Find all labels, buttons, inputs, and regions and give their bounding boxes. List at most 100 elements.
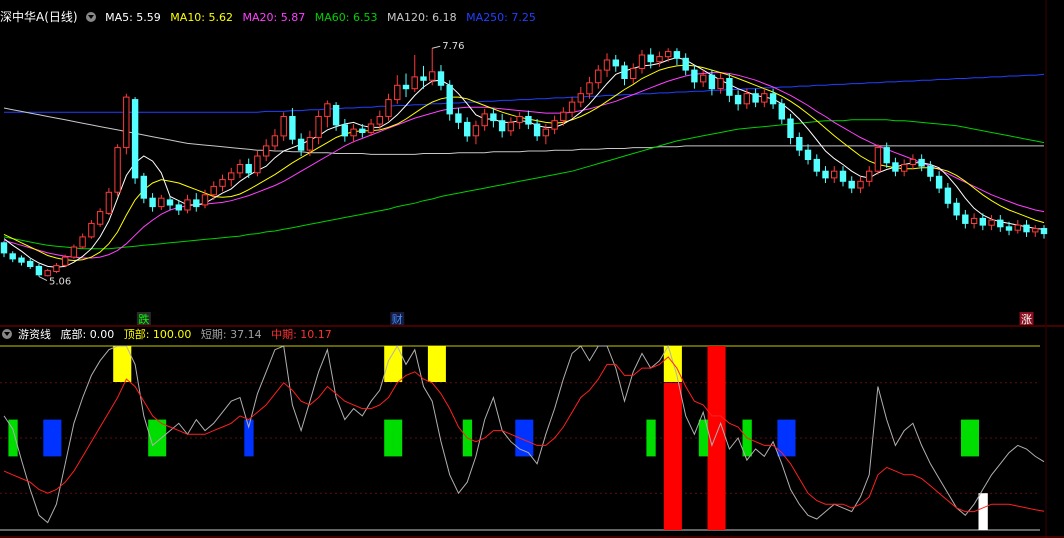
candle-up bbox=[551, 120, 558, 130]
candle-up bbox=[586, 82, 593, 95]
dropdown-icon[interactable] bbox=[2, 329, 12, 339]
candle-down bbox=[533, 123, 541, 137]
dropdown-icon[interactable] bbox=[85, 12, 96, 22]
candle-up bbox=[236, 164, 244, 174]
candle-down bbox=[332, 105, 340, 126]
candle-down bbox=[464, 121, 471, 137]
candle-up bbox=[263, 145, 270, 157]
candle-down bbox=[437, 71, 445, 86]
candle-up bbox=[254, 155, 261, 174]
candle-up bbox=[638, 54, 646, 69]
ma10-value: MA10: 5.62 bbox=[170, 11, 234, 24]
blue-block bbox=[777, 419, 787, 457]
blue-block bbox=[524, 419, 534, 457]
ma120-value: MA120: 6.18 bbox=[386, 11, 457, 24]
candle-up bbox=[158, 197, 165, 208]
candle-up bbox=[481, 113, 488, 127]
candle-up bbox=[568, 101, 576, 113]
candle-down bbox=[997, 219, 1004, 228]
red-block bbox=[716, 346, 726, 530]
candle-up bbox=[909, 158, 917, 165]
mid-value: 中期: 10.17 bbox=[271, 328, 332, 341]
candle-up bbox=[306, 137, 314, 151]
ma5-value: MA5: 5.59 bbox=[105, 11, 161, 24]
candle-down bbox=[726, 78, 733, 96]
candle-up bbox=[184, 199, 191, 211]
indicator-name[interactable]: 游资线 bbox=[18, 328, 51, 341]
candle-down bbox=[149, 197, 156, 208]
candle-up bbox=[79, 236, 86, 248]
candle-up bbox=[219, 179, 226, 187]
candle-up bbox=[429, 71, 436, 81]
candle-down bbox=[297, 138, 305, 151]
candle-down bbox=[341, 124, 349, 137]
stock-chart[interactable]: 7.76 5.06 跌 财 涨 bbox=[0, 0, 1064, 538]
event-marker-2: 涨 bbox=[1021, 313, 1032, 326]
candle-up bbox=[516, 116, 523, 123]
candle-down bbox=[839, 170, 847, 182]
candle-down bbox=[892, 162, 899, 172]
candle-down bbox=[27, 260, 34, 267]
stock-title[interactable]: 深中华A(日线) bbox=[0, 10, 78, 24]
green-block bbox=[148, 419, 158, 457]
blue-block bbox=[786, 419, 796, 457]
candle-down bbox=[1040, 228, 1048, 235]
yellow-block bbox=[384, 346, 394, 382]
candle-up bbox=[1032, 228, 1039, 233]
candle-down bbox=[140, 175, 148, 199]
candle-up bbox=[595, 69, 602, 84]
candle-down bbox=[245, 164, 252, 174]
candle-up bbox=[988, 219, 995, 226]
candle-down bbox=[359, 128, 366, 134]
red-block bbox=[672, 382, 682, 530]
candle-up bbox=[376, 116, 384, 125]
candle-down bbox=[621, 65, 628, 80]
green-block bbox=[646, 419, 656, 457]
candle-down bbox=[769, 93, 777, 105]
candle-down bbox=[0, 242, 8, 254]
candle-down bbox=[796, 137, 803, 151]
candle-down bbox=[682, 57, 689, 71]
candle-up bbox=[542, 128, 549, 137]
candle-up bbox=[411, 76, 418, 90]
low-label: 5.06 bbox=[49, 277, 71, 288]
candle-down bbox=[289, 116, 296, 140]
candle-down bbox=[1005, 226, 1013, 231]
candle-up bbox=[630, 67, 637, 80]
candle-down bbox=[883, 147, 890, 164]
red-block bbox=[663, 382, 674, 530]
candle-down bbox=[402, 84, 410, 90]
candle-down bbox=[927, 165, 934, 177]
candle-up bbox=[603, 59, 611, 71]
yellow-block bbox=[122, 346, 132, 382]
candle-up bbox=[866, 170, 873, 182]
candle-down bbox=[446, 84, 453, 115]
candle-down bbox=[455, 113, 462, 123]
candle-down bbox=[822, 170, 829, 179]
candle-up bbox=[507, 121, 515, 132]
candle-up bbox=[385, 99, 392, 117]
candle-up bbox=[62, 256, 69, 267]
candle-up bbox=[114, 147, 121, 193]
candle-down bbox=[166, 199, 174, 206]
candle-down bbox=[18, 257, 25, 263]
red-block bbox=[707, 346, 717, 530]
price-header: 深中华A(日线) MA5: 5.59 MA10: 5.62 MA20: 5.87… bbox=[0, 8, 542, 26]
candle-down bbox=[612, 59, 619, 67]
candle-up bbox=[743, 93, 750, 105]
candle-up bbox=[53, 265, 60, 273]
green-block bbox=[969, 419, 979, 457]
candle-up bbox=[367, 123, 375, 133]
candle-up bbox=[761, 93, 768, 103]
yellow-block bbox=[427, 346, 438, 382]
white-block bbox=[978, 493, 988, 530]
ma20-value: MA20: 5.87 bbox=[242, 11, 306, 24]
candle-down bbox=[804, 149, 812, 160]
candle-up bbox=[700, 74, 707, 83]
indicator-header: 游资线 底部: 0.00 顶部: 100.00 短期: 37.14 中期: 10… bbox=[0, 326, 338, 344]
candle-down bbox=[193, 199, 200, 208]
candle-down bbox=[778, 103, 785, 120]
candle-up bbox=[831, 170, 838, 179]
candle-up bbox=[665, 51, 672, 58]
candle-up bbox=[280, 116, 287, 137]
